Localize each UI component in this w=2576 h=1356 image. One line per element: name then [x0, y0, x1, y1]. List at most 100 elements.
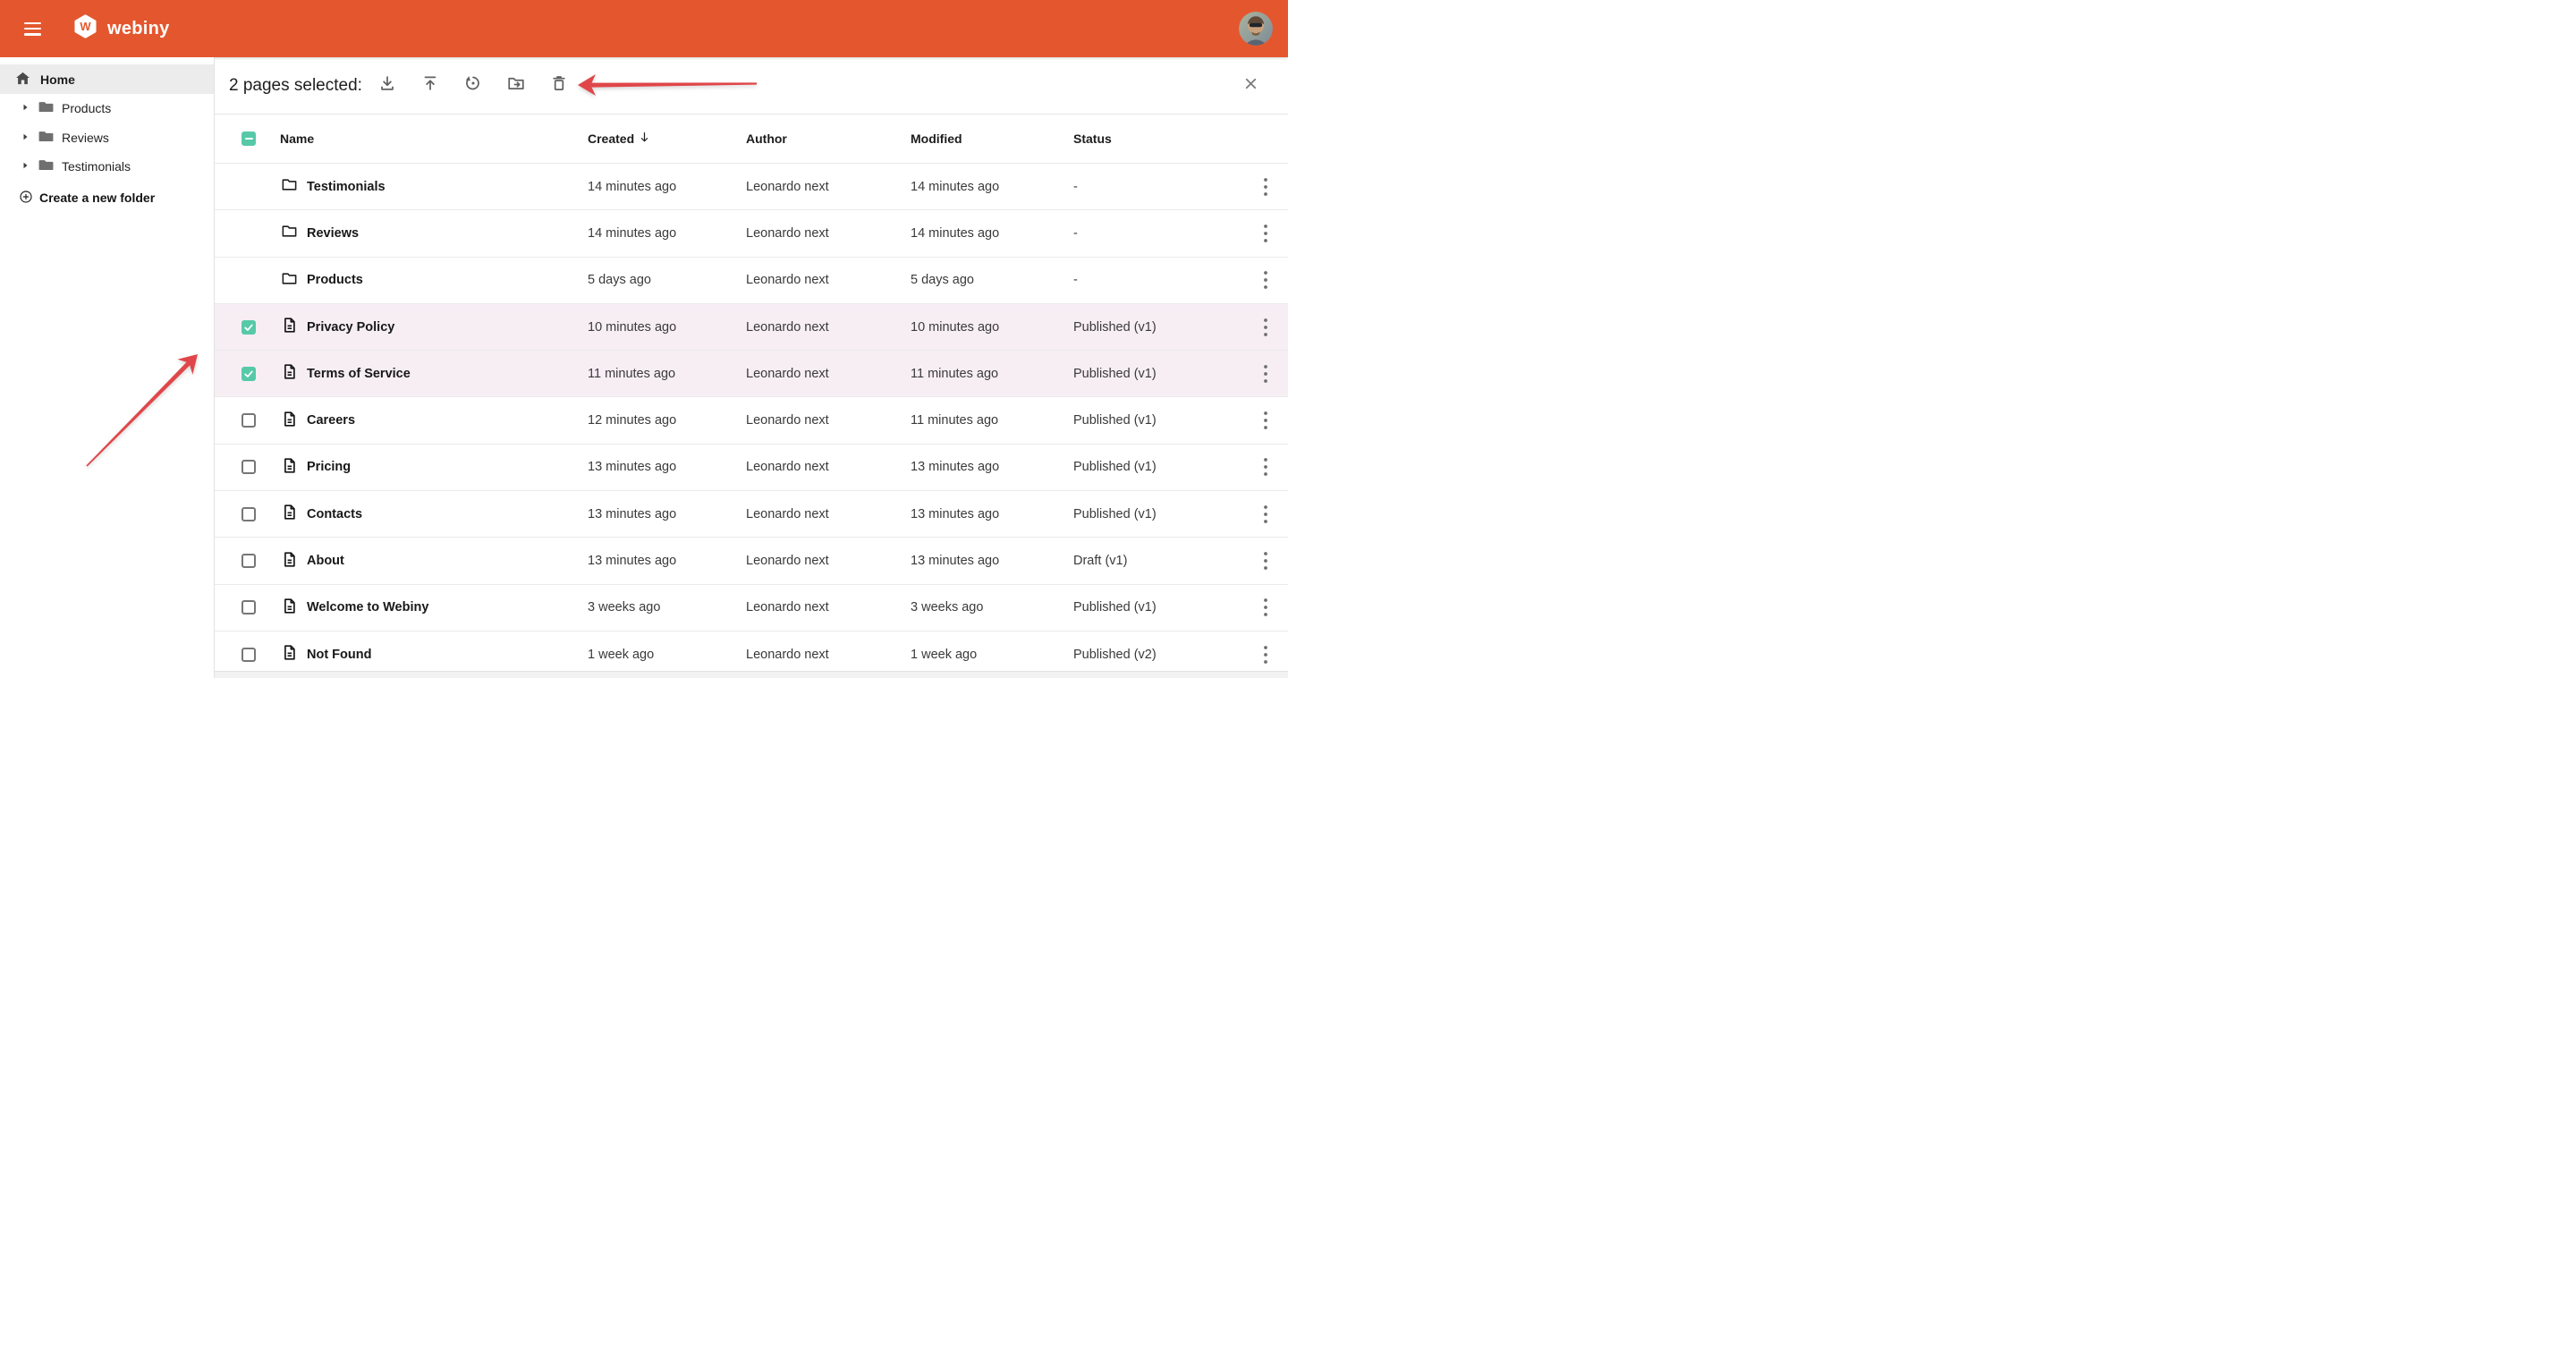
row-status: Published (v1) — [1073, 413, 1243, 428]
row-checkbox[interactable] — [242, 367, 256, 381]
row-author: Leonardo next — [746, 273, 911, 287]
row-created: 10 minutes ago — [588, 320, 746, 335]
table-row[interactable]: Privacy Policy 10 minutes ago Leonardo n… — [215, 304, 1288, 351]
row-author: Leonardo next — [746, 648, 911, 662]
table-row[interactable]: Testimonials 14 minutes ago Leonardo nex… — [215, 164, 1288, 210]
row-actions-menu-button[interactable] — [1258, 596, 1273, 619]
row-checkbox[interactable] — [242, 600, 256, 614]
user-avatar[interactable] — [1239, 12, 1273, 46]
row-status: - — [1073, 226, 1243, 241]
selection-toolbar: 2 pages selected: — [215, 57, 1288, 114]
publish-pages-button[interactable] — [418, 73, 443, 98]
row-author: Leonardo next — [746, 367, 911, 381]
row-name: Privacy Policy — [307, 320, 588, 335]
hamburger-menu-button[interactable] — [24, 22, 41, 36]
row-created: 12 minutes ago — [588, 413, 746, 428]
sidebar-folder-reviews[interactable]: Reviews — [0, 123, 214, 153]
row-actions-menu-button[interactable] — [1258, 409, 1273, 432]
table-row[interactable]: About 13 minutes ago Leonardo next 13 mi… — [215, 538, 1288, 584]
row-created: 1 week ago — [588, 648, 746, 662]
selection-actions — [375, 73, 572, 98]
row-checkbox[interactable] — [242, 460, 256, 474]
row-status: Published (v1) — [1073, 320, 1243, 335]
row-name: Testimonials — [307, 180, 588, 194]
sidebar-folder-products[interactable]: Products — [0, 94, 214, 123]
column-header-status[interactable]: Status — [1073, 131, 1243, 146]
table-row[interactable]: Terms of Service 11 minutes ago Leonardo… — [215, 351, 1288, 397]
create-folder-button[interactable]: Create a new folder — [0, 190, 214, 207]
sidebar-folder-testimonials[interactable]: Testimonials — [0, 152, 214, 182]
restore-icon — [463, 73, 483, 97]
row-actions-menu-button[interactable] — [1258, 222, 1273, 245]
row-modified: 3 weeks ago — [911, 600, 1073, 614]
row-status: - — [1073, 180, 1243, 194]
row-actions-menu-button[interactable] — [1258, 503, 1273, 526]
column-header-created[interactable]: Created — [588, 130, 746, 148]
delete-pages-button[interactable] — [547, 73, 572, 98]
table-row[interactable]: Reviews 14 minutes ago Leonardo next 14 … — [215, 210, 1288, 257]
webiny-page-manager: W webiny — [0, 0, 1288, 678]
table-body: Testimonials 14 minutes ago Leonardo nex… — [215, 164, 1288, 678]
row-checkbox[interactable] — [242, 413, 256, 428]
row-modified: 13 minutes ago — [911, 507, 1073, 521]
table-row[interactable]: Careers 12 minutes ago Leonardo next 11 … — [215, 397, 1288, 444]
page-document-icon — [281, 457, 298, 478]
row-author: Leonardo next — [746, 507, 911, 521]
row-author: Leonardo next — [746, 413, 911, 428]
row-name: Products — [307, 273, 588, 287]
row-actions-menu-button[interactable] — [1258, 362, 1273, 386]
row-actions-menu-button[interactable] — [1258, 455, 1273, 479]
column-header-modified[interactable]: Modified — [911, 131, 1073, 146]
row-modified: 13 minutes ago — [911, 554, 1073, 568]
row-checkbox[interactable] — [242, 648, 256, 662]
caret-right-icon[interactable] — [20, 101, 30, 115]
close-icon — [1242, 75, 1259, 97]
row-created: 13 minutes ago — [588, 554, 746, 568]
column-header-name[interactable]: Name — [256, 131, 588, 146]
move-pages-button[interactable] — [504, 73, 529, 98]
row-status: Draft (v1) — [1073, 554, 1243, 568]
table-header: Name Created Author Modified Status — [215, 114, 1288, 164]
row-status: Published (v1) — [1073, 460, 1243, 474]
row-checkbox[interactable] — [242, 320, 256, 335]
row-actions-menu-button[interactable] — [1258, 549, 1273, 572]
table-row[interactable]: Pricing 13 minutes ago Leonardo next 13 … — [215, 445, 1288, 491]
row-actions-menu-button[interactable] — [1258, 643, 1273, 666]
move-to-folder-icon — [506, 73, 526, 97]
table-bottom-edge — [215, 671, 1288, 678]
row-author: Leonardo next — [746, 180, 911, 194]
folder-icon — [38, 98, 55, 118]
sidebar-item-home[interactable]: Home — [0, 64, 214, 94]
download-icon — [377, 73, 397, 97]
caret-right-icon[interactable] — [20, 159, 30, 174]
export-pages-button[interactable] — [375, 73, 400, 98]
row-modified: 14 minutes ago — [911, 226, 1073, 241]
row-checkbox[interactable] — [242, 507, 256, 521]
row-checkbox[interactable] — [242, 554, 256, 568]
restore-pages-button[interactable] — [461, 73, 486, 98]
table-row[interactable]: Welcome to Webiny 3 weeks ago Leonardo n… — [215, 585, 1288, 631]
sidebar-folder-label: Testimonials — [62, 159, 131, 174]
home-icon — [14, 70, 31, 89]
close-selection-button[interactable] — [1240, 75, 1261, 97]
page-document-icon — [281, 411, 298, 431]
select-all-checkbox[interactable] — [242, 131, 256, 146]
page-document-icon — [281, 597, 298, 618]
row-created: 3 weeks ago — [588, 600, 746, 614]
table-row[interactable]: Contacts 13 minutes ago Leonardo next 13… — [215, 491, 1288, 538]
row-author: Leonardo next — [746, 226, 911, 241]
row-actions-menu-button[interactable] — [1258, 175, 1273, 199]
webiny-logo[interactable]: W webiny — [73, 14, 170, 43]
row-actions-menu-button[interactable] — [1258, 316, 1273, 339]
row-author: Leonardo next — [746, 320, 911, 335]
caret-right-icon[interactable] — [20, 131, 30, 145]
row-author: Leonardo next — [746, 600, 911, 614]
row-actions-menu-button[interactable] — [1258, 268, 1273, 292]
row-modified: 11 minutes ago — [911, 413, 1073, 428]
row-author: Leonardo next — [746, 554, 911, 568]
column-header-author[interactable]: Author — [746, 131, 911, 146]
row-created: 13 minutes ago — [588, 507, 746, 521]
row-name: Contacts — [307, 507, 588, 521]
table-row[interactable]: Products 5 days ago Leonardo next 5 days… — [215, 258, 1288, 304]
row-name: Reviews — [307, 226, 588, 241]
